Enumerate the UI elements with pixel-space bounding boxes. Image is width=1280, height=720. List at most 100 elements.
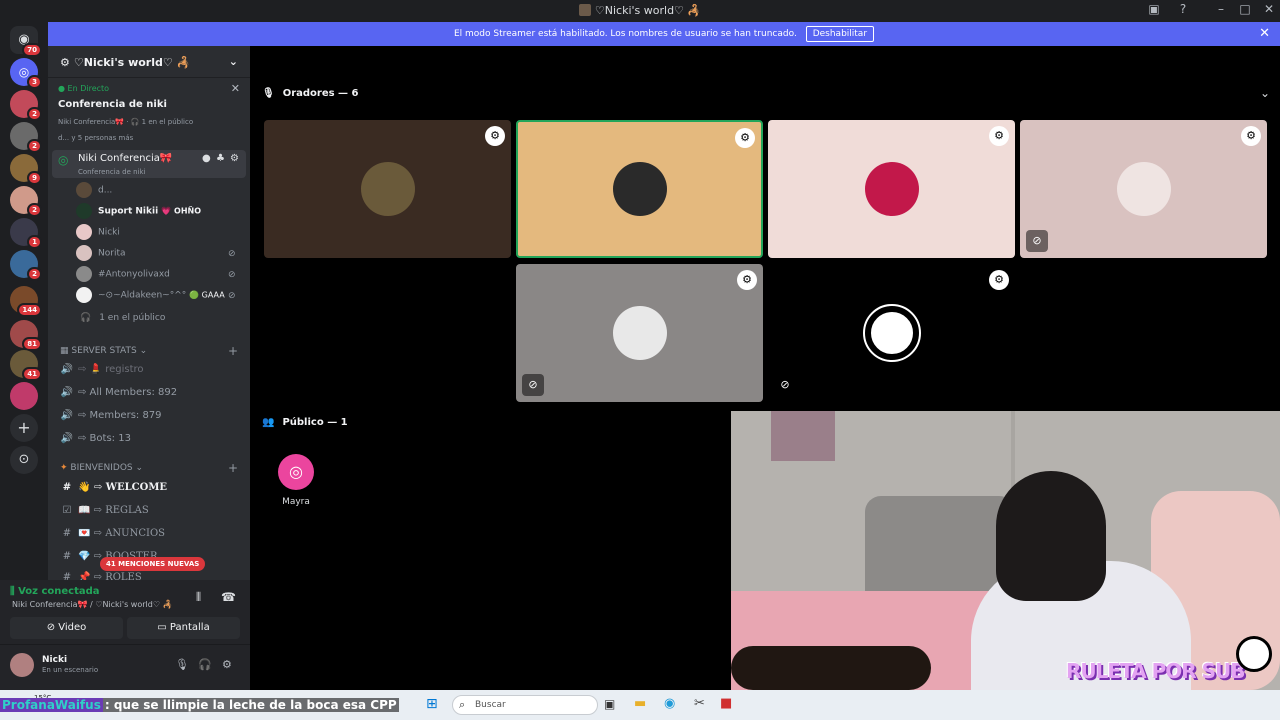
avatar: [76, 287, 92, 303]
headphones-icon[interactable]: 🎧: [198, 658, 212, 671]
live-stage-card[interactable]: ● En Directo Conferencia de niki Niki Co…: [52, 80, 246, 150]
disable-streamer-button[interactable]: Deshabilitar: [805, 26, 875, 42]
avatar: [76, 182, 92, 198]
voice-status: Voz conectada: [18, 586, 100, 597]
audience-member-name: Mayra: [282, 497, 310, 507]
guild-badge: 3: [27, 75, 42, 89]
avatar: [864, 162, 919, 216]
channel-item[interactable]: 🔊 ⇨ Bots: 13: [60, 433, 250, 453]
server-icon[interactable]: 2: [10, 122, 42, 153]
channel-item[interactable]: # 👋 ⇨ WELCOME: [60, 482, 250, 502]
discord-avatar-icon[interactable]: ◎: [278, 454, 314, 490]
noise-suppression-icon[interactable]: ⫴: [196, 590, 201, 605]
category-name: BIENVENIDOS: [70, 463, 133, 473]
task-view-icon[interactable]: ▣: [604, 697, 615, 711]
guild-badge: 2: [27, 267, 42, 281]
maximize-icon[interactable]: □: [1235, 2, 1255, 16]
voice-channel[interactable]: Niki Conferencia🎀 / ♡Nicki's world♡ 🦂: [12, 600, 173, 609]
server-icon[interactable]: 81: [10, 320, 42, 351]
server-header[interactable]: ⚙ ♡Nicki's world♡ 🦂 ⌄: [48, 46, 250, 78]
stage-user[interactable]: #Antonyolivaxd: [76, 266, 170, 286]
screen-share-button[interactable]: ▭ Pantalla: [127, 617, 240, 639]
channel-item[interactable]: 🔊 ⇨ 💄 registro: [60, 364, 250, 384]
stage-user-tag: 💗 OHÑO: [161, 206, 202, 216]
avatar: [862, 304, 921, 362]
discord-server-icon[interactable]: ◎ 3: [10, 58, 42, 89]
webcam-overlay: RULETA POR SUB: [731, 411, 1280, 690]
chevron-down-icon[interactable]: ⌄: [1260, 86, 1270, 100]
taskbar-search[interactable]: ⌕ Buscar: [452, 695, 598, 715]
add-server-icon[interactable]: +: [10, 414, 38, 442]
audience-header: Público — 1: [282, 417, 348, 428]
video-button[interactable]: ⊘ Video: [10, 617, 123, 639]
help-icon[interactable]: ?: [1173, 2, 1193, 16]
stage-user[interactable]: Nicki: [76, 224, 120, 244]
avatar: [612, 306, 667, 360]
channel-item[interactable]: ☑ 📖 ⇨ REGLAS: [60, 505, 250, 525]
channel-item[interactable]: 🔊 ⇨ Members: 879: [60, 410, 250, 430]
category-server-stats[interactable]: ▦ SERVER STATS ⌄: [60, 346, 250, 366]
server-icon[interactable]: 2: [10, 250, 42, 281]
panda-icon: [1236, 636, 1272, 672]
server-icon[interactable]: 41: [10, 350, 42, 381]
stage-user[interactable]: ~⊙~Aldakeen~°^° 🟢 GAAA: [76, 287, 225, 307]
stage-channel-item[interactable]: ◎ Niki Conferencia🎀 Conferencia de niki …: [52, 150, 246, 178]
server-icon[interactable]: 2: [10, 186, 42, 217]
minimize-icon[interactable]: –: [1211, 2, 1231, 16]
settings-gear-icon[interactable]: ⚙: [230, 153, 239, 164]
invite-icon[interactable]: ♣: [216, 153, 225, 164]
category-bienvenidos[interactable]: ✦ BIENVENIDOS ⌄: [60, 463, 250, 483]
avatar[interactable]: [10, 653, 34, 677]
app-icon[interactable]: ■: [720, 696, 732, 711]
app-icon[interactable]: ✂: [694, 696, 705, 711]
live-tag: En Directo: [67, 84, 110, 93]
hash-icon: #: [62, 482, 72, 493]
user-settings-icon[interactable]: ⚙: [222, 658, 232, 671]
mentions-pill[interactable]: 41 MENCIONES NUEVAS: [100, 557, 206, 571]
hash-icon: #: [62, 528, 72, 539]
server-icon[interactable]: 144: [10, 286, 42, 317]
channel-item[interactable]: # 💌 ⇨ ANUNCIOS: [60, 528, 250, 548]
hash-icon: #: [62, 551, 72, 562]
file-explorer-icon[interactable]: ▬: [634, 696, 646, 711]
server-icon[interactable]: 2: [10, 90, 42, 121]
user-name: Nicki: [42, 655, 68, 665]
chat-username: ProfanaWaifus: [0, 698, 103, 712]
channel-name: ⇨ All Members: 892: [78, 387, 178, 398]
speaker-tile[interactable]: ⚙: [264, 120, 511, 258]
audience-row[interactable]: 🎧 1 en el público: [80, 313, 165, 333]
stage-user[interactable]: d...: [76, 182, 112, 202]
speaker-tile[interactable]: ⚙ ⊘: [516, 264, 763, 402]
moderator-icon: ⚙: [989, 126, 1009, 146]
server-icon[interactable]: 9: [10, 154, 42, 185]
stage-user[interactable]: Suport Nikii 💗 OHÑO: [76, 203, 201, 223]
close-window-icon[interactable]: ✕: [1259, 2, 1279, 16]
add-channel-icon[interactable]: +: [228, 461, 238, 475]
disconnect-icon[interactable]: ☎: [221, 590, 236, 604]
server-icon[interactable]: 1: [10, 218, 42, 249]
audience-icon: 👥: [262, 417, 275, 428]
speaker-tile[interactable]: ⚙: [768, 120, 1015, 258]
speaker-tile[interactable]: ⚙ ⊘: [1020, 120, 1267, 258]
speaker-tile-active[interactable]: ⚙: [516, 120, 763, 258]
windows-start-icon[interactable]: ⊞: [426, 696, 438, 712]
stage-user[interactable]: Norita: [76, 245, 125, 265]
title-bar: ♡Nicki's world♡ 🦂 ▣ ? – □ ✕: [0, 0, 1280, 22]
microphone-icon[interactable]: 🎙: [175, 658, 189, 671]
close-banner-icon[interactable]: ✕: [1259, 22, 1270, 46]
channel-name: 💌 ⇨ ANUNCIOS: [78, 528, 165, 539]
inbox-icon[interactable]: ▣: [1144, 2, 1164, 16]
home-icon[interactable]: ◉ 70: [10, 26, 42, 57]
moderator-icon: ⚙: [485, 126, 505, 146]
explore-icon[interactable]: ⊙: [10, 446, 38, 474]
chevron-down-icon: ⌄: [135, 463, 144, 473]
close-icon[interactable]: ✕: [231, 82, 240, 95]
chat-icon[interactable]: ●: [202, 153, 211, 164]
server-icon[interactable]: [10, 382, 38, 410]
edge-icon[interactable]: ◉: [664, 696, 675, 711]
muted-mic-icon: ⊘: [774, 374, 796, 396]
add-channel-icon[interactable]: +: [228, 344, 238, 358]
window-title: ♡Nicki's world♡ 🦂: [594, 4, 702, 17]
speaker-tile[interactable]: ⚙ ⊘: [768, 264, 1015, 402]
channel-item[interactable]: 🔊 ⇨ All Members: 892: [60, 387, 250, 407]
